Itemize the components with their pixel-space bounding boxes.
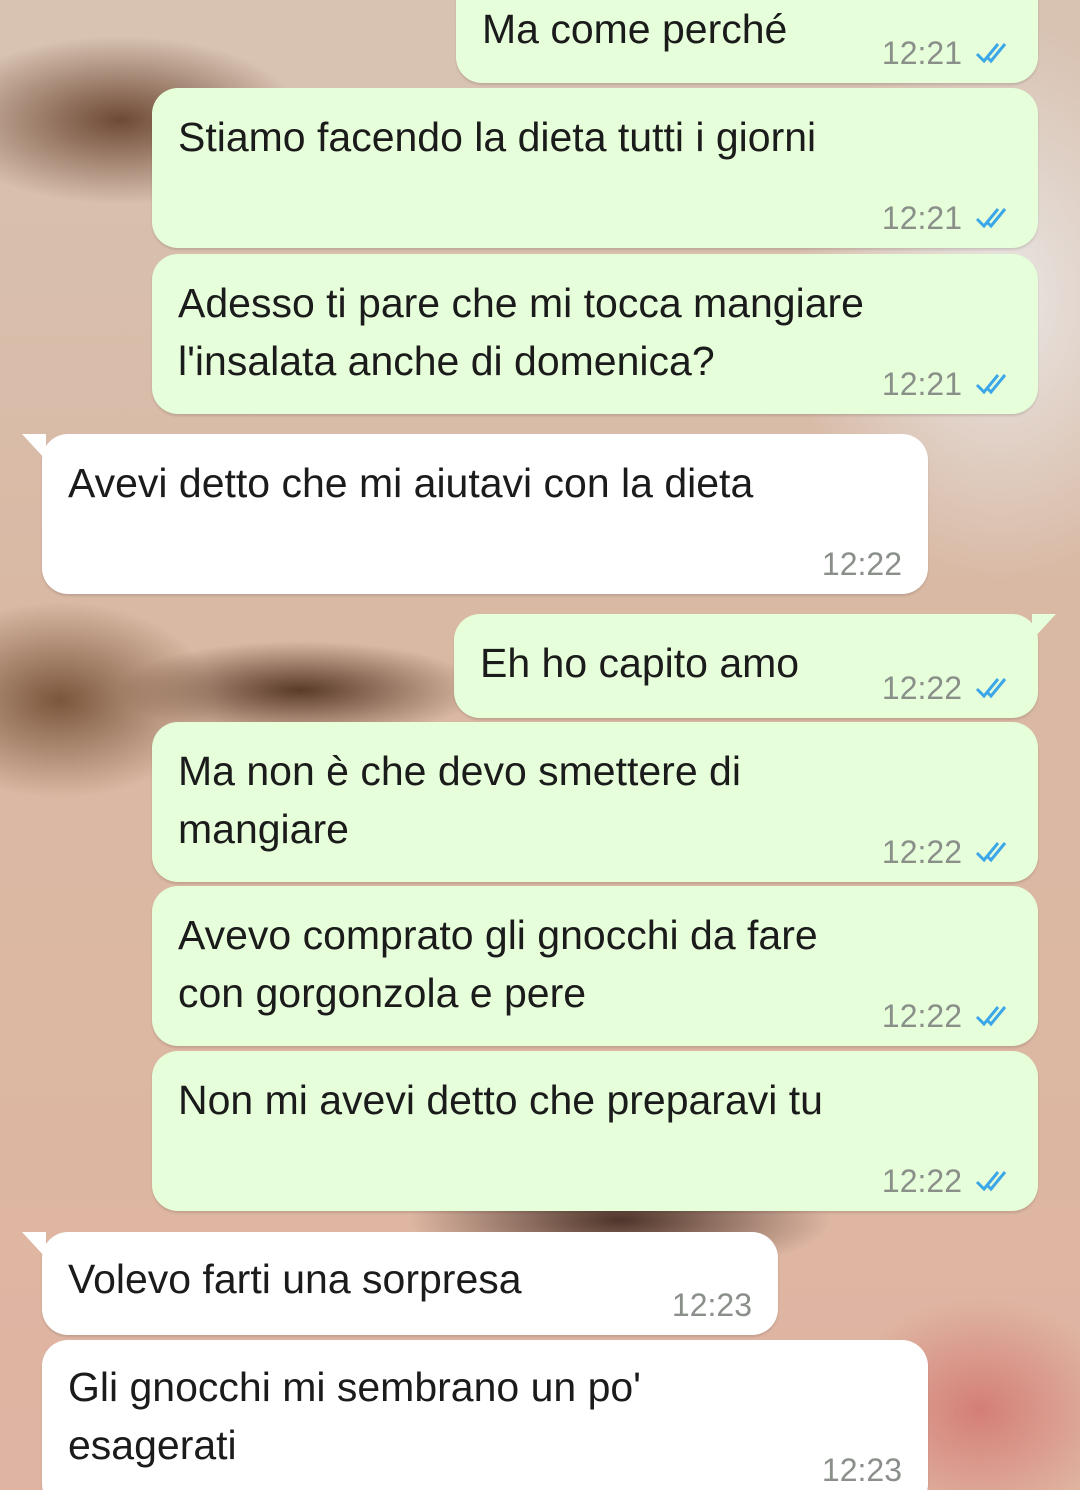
outgoing-message[interactable]: Avevo comprato gli gnocchi da fare con g…	[152, 886, 1038, 1046]
message-text: Ma non è che devo smettere di mangiare	[178, 748, 741, 852]
message-time: 12:23	[821, 1452, 902, 1488]
outgoing-message[interactable]: Ma come perché 12:21	[456, 0, 1038, 83]
bubble-tail	[22, 434, 46, 460]
incoming-message[interactable]: Gli gnocchi mi sembrano un po' esagerati…	[42, 1340, 928, 1490]
message-meta: 12:23	[672, 1287, 752, 1323]
message-time: 12:22	[821, 546, 902, 582]
message-text: Avevo comprato gli gnocchi da fare con g…	[178, 912, 818, 1016]
message-meta: 12:21	[882, 200, 1014, 236]
message-text: Stiamo facendo la dieta tutti i giorni	[178, 114, 817, 160]
double-check-read-icon	[975, 1171, 1007, 1192]
outgoing-message[interactable]: Eh ho capito amo 12:22	[454, 614, 1056, 718]
outgoing-message[interactable]: Non mi avevi detto che preparavi tu 12:2…	[152, 1051, 1038, 1211]
message-time: 12:21	[881, 200, 962, 236]
double-check-read-icon	[975, 678, 1007, 699]
outgoing-message[interactable]: Adesso ti pare che mi tocca mangiare l'i…	[152, 254, 1038, 414]
bubble-tail	[1032, 614, 1056, 640]
message-time: 12:21	[881, 366, 962, 402]
bubble-tail	[22, 1232, 46, 1258]
message-text: Adesso ti pare che mi tocca mangiare l'i…	[178, 280, 864, 384]
double-check-read-icon	[975, 208, 1007, 229]
double-check-read-icon	[975, 43, 1007, 64]
message-time: 12:22	[881, 998, 962, 1034]
double-check-read-icon	[975, 1006, 1007, 1027]
message-meta: 12:22	[822, 546, 902, 582]
chat-message-list[interactable]: Ma come perché 12:21 Stiamo facendo la d…	[0, 0, 1080, 1490]
message-meta: 12:22	[882, 1163, 1014, 1199]
message-time: 12:22	[881, 834, 962, 870]
message-meta: 12:22	[882, 670, 1014, 706]
message-text: Ma come perché	[482, 6, 788, 52]
outgoing-message[interactable]: Stiamo facendo la dieta tutti i giorni 1…	[152, 88, 1038, 248]
message-time: 12:22	[881, 1163, 962, 1199]
message-meta: 12:23	[822, 1452, 902, 1488]
message-text: Non mi avevi detto che preparavi tu	[178, 1077, 823, 1123]
message-time: 12:23	[671, 1287, 752, 1323]
message-text: Gli gnocchi mi sembrano un po' esagerati	[68, 1364, 641, 1468]
double-check-read-icon	[975, 374, 1007, 395]
message-meta: 12:22	[882, 998, 1014, 1034]
message-meta: 12:22	[882, 834, 1014, 870]
incoming-message[interactable]: Avevi detto che mi aiutavi con la dieta …	[22, 434, 928, 594]
message-meta: 12:21	[882, 35, 1014, 71]
outgoing-message[interactable]: Ma non è che devo smettere di mangiare 1…	[152, 722, 1038, 882]
message-meta: 12:21	[882, 366, 1014, 402]
message-text: Eh ho capito amo	[480, 640, 800, 686]
incoming-message[interactable]: Volevo farti una sorpresa 12:23	[22, 1232, 778, 1335]
message-time: 12:21	[881, 35, 962, 71]
message-text: Volevo farti una sorpresa	[68, 1256, 522, 1302]
message-time: 12:22	[881, 670, 962, 706]
double-check-read-icon	[975, 842, 1007, 863]
message-text: Avevi detto che mi aiutavi con la dieta	[68, 460, 754, 506]
